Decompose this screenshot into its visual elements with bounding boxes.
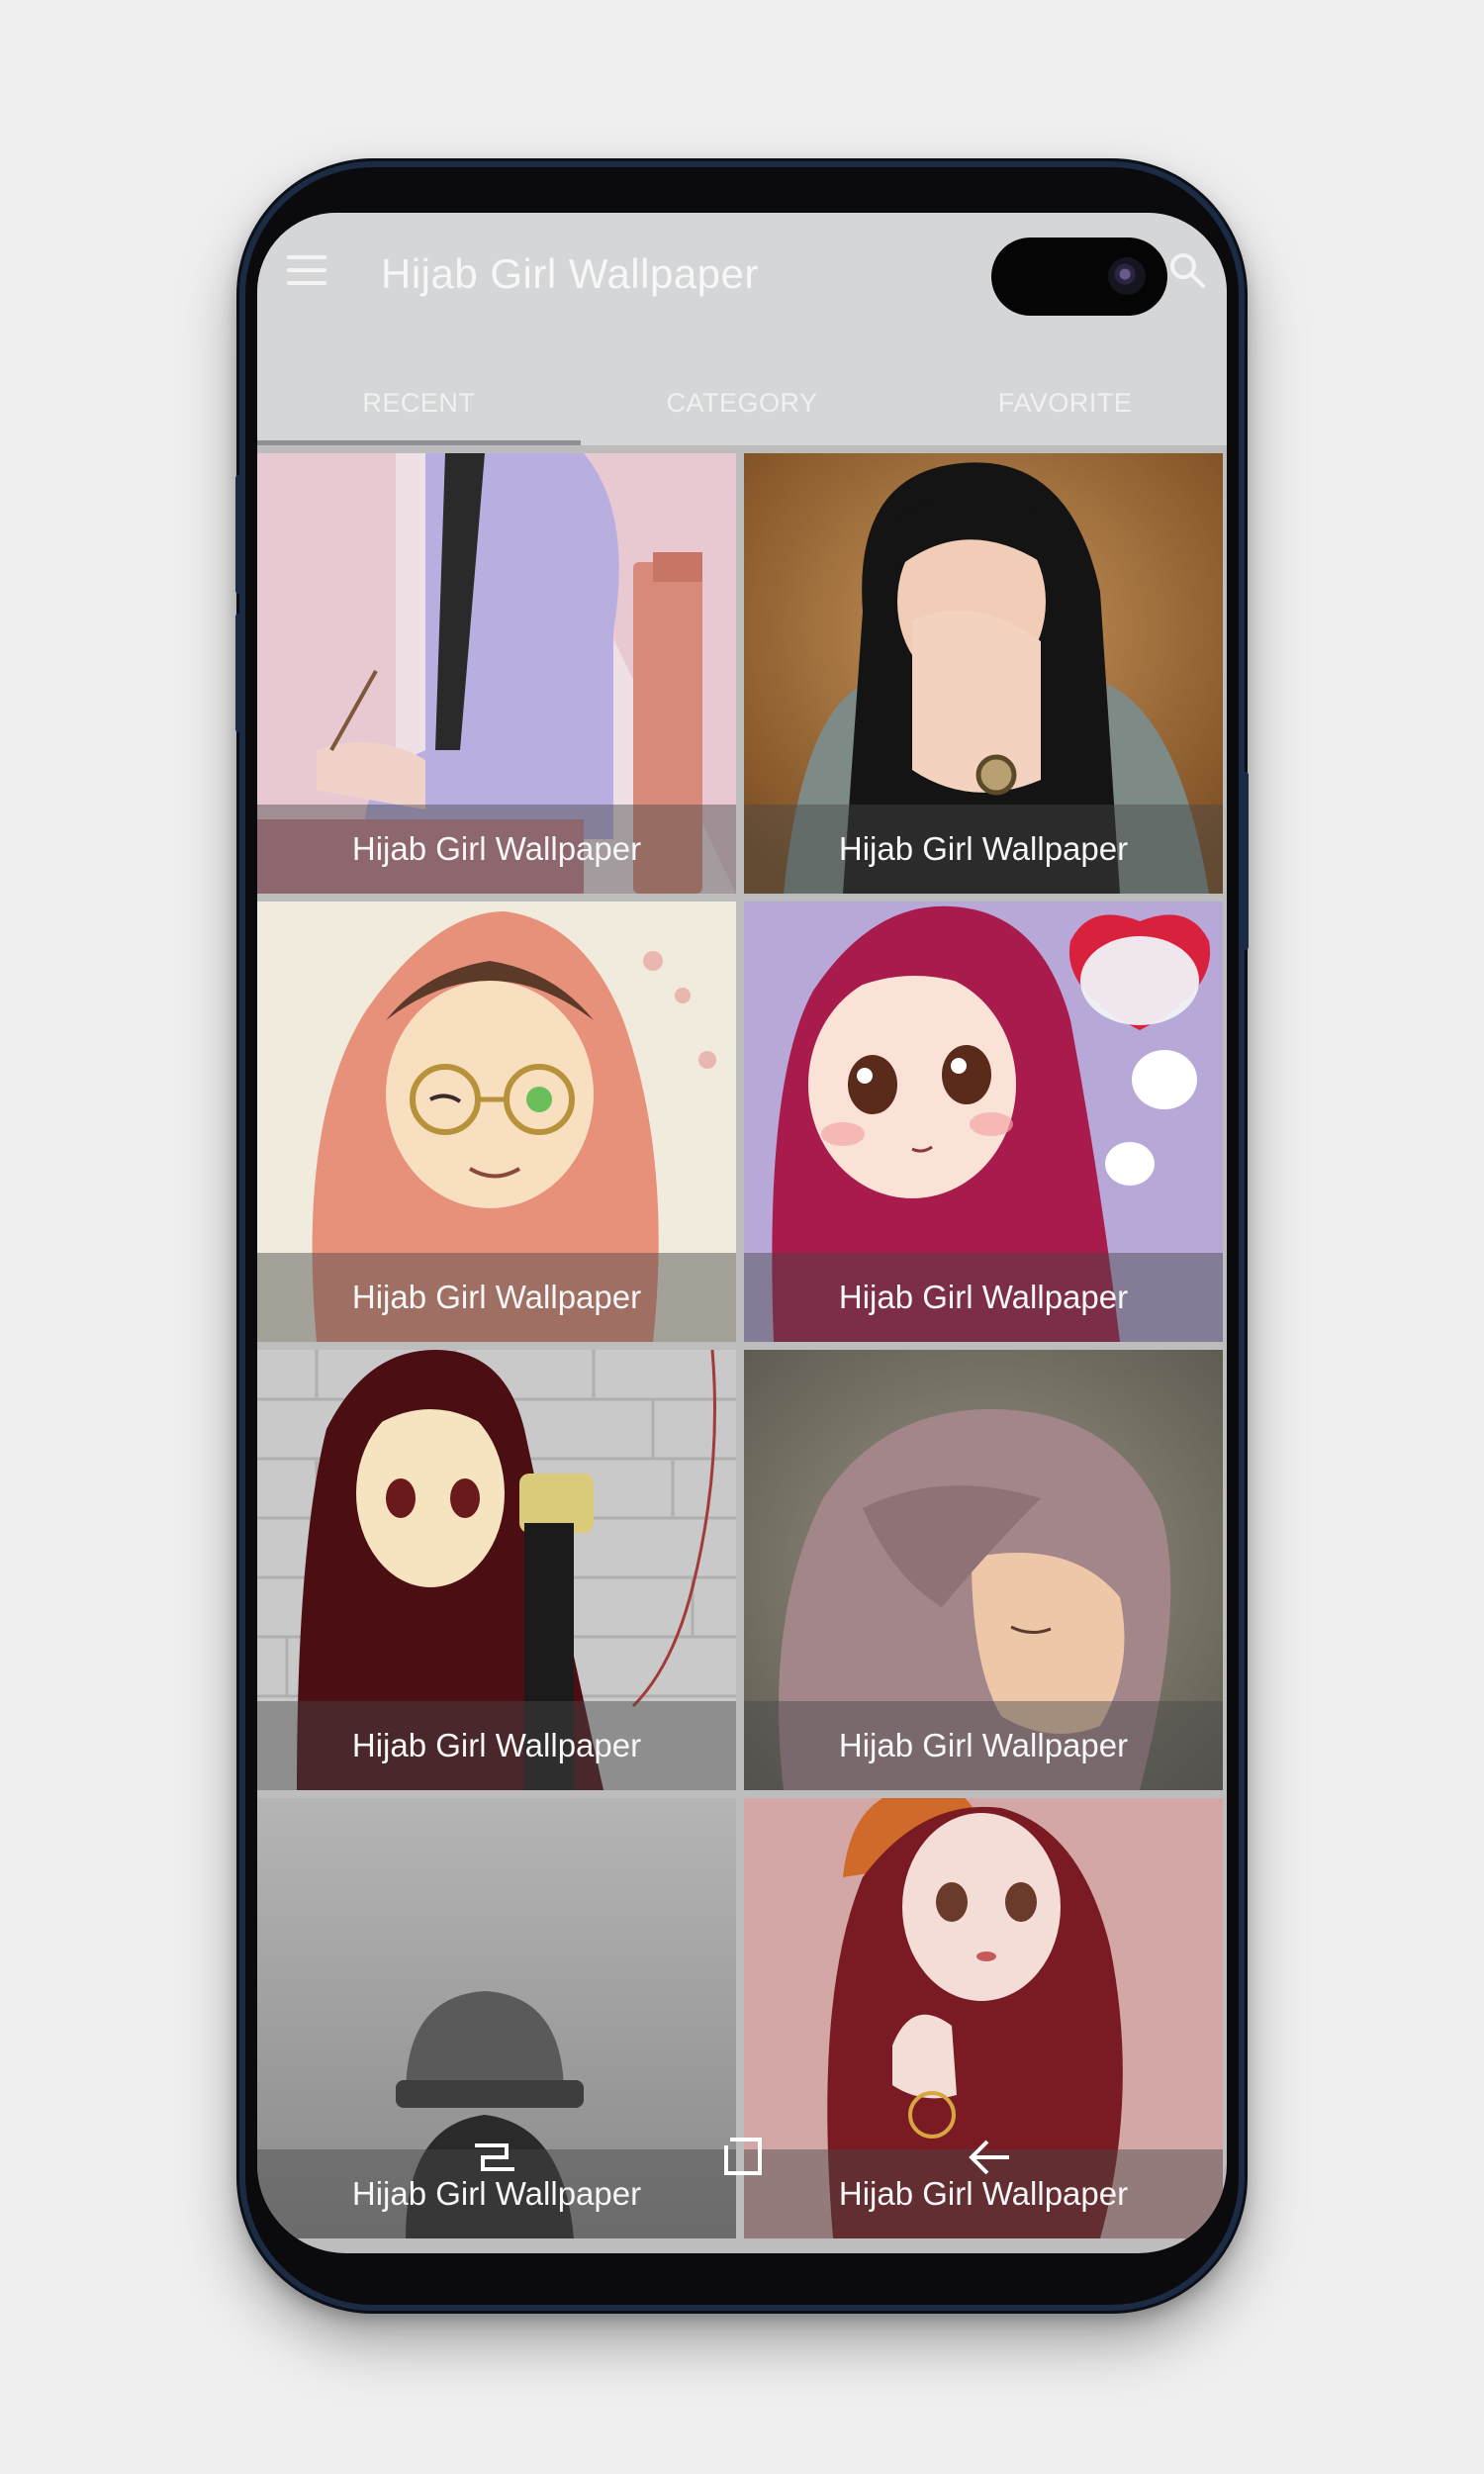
wallpaper-tile[interactable]: Hijab Girl Wallpaper [257,1350,736,1790]
back-icon[interactable] [960,2128,1019,2187]
tab-recent[interactable]: RECENT [257,361,581,445]
app-title: Hijab Girl Wallpaper [381,250,759,297]
hamburger-menu-icon[interactable] [287,255,326,287]
camera-lens-icon [1108,257,1146,295]
tab-bar: RECENT CATEGORY FAVORITE [257,361,1227,445]
phone-side-button [235,614,245,732]
wallpaper-tile[interactable]: Hijab Girl Wallpaper [257,453,736,894]
wallpaper-caption: Hijab Girl Wallpaper [744,1253,1223,1342]
system-nav-bar [257,2128,1227,2253]
camera-cutout [991,238,1167,316]
phone-side-button [235,475,245,594]
phone-screen: Hijab Girl Wallpaper RECENT CATEGORY FAV… [257,213,1227,2253]
wallpaper-tile[interactable]: Hijab Girl Wallpaper [744,1350,1223,1790]
wallpaper-caption: Hijab Girl Wallpaper [744,1701,1223,1790]
wallpaper-grid: Hijab Girl Wallpaper Hijab Girl Wallpape… [257,453,1227,2238]
tab-category[interactable]: CATEGORY [581,361,904,445]
wallpaper-tile[interactable]: Hijab Girl Wallpaper [257,902,736,1342]
home-icon[interactable] [712,2128,772,2187]
search-icon[interactable] [1167,250,1207,290]
wallpaper-caption: Hijab Girl Wallpaper [257,805,736,894]
wallpaper-tile[interactable]: Hijab Girl Wallpaper [744,453,1223,894]
wallpaper-caption: Hijab Girl Wallpaper [744,805,1223,894]
wallpaper-tile[interactable]: Hijab Girl Wallpaper [744,902,1223,1342]
wallpaper-caption: Hijab Girl Wallpaper [257,1253,736,1342]
app-bar: Hijab Girl Wallpaper RECENT CATEGORY FAV… [257,213,1227,445]
recent-apps-icon[interactable] [465,2128,524,2187]
tab-favorite[interactable]: FAVORITE [903,361,1227,445]
phone-side-button [1239,772,1249,950]
wallpaper-caption: Hijab Girl Wallpaper [257,1701,736,1790]
